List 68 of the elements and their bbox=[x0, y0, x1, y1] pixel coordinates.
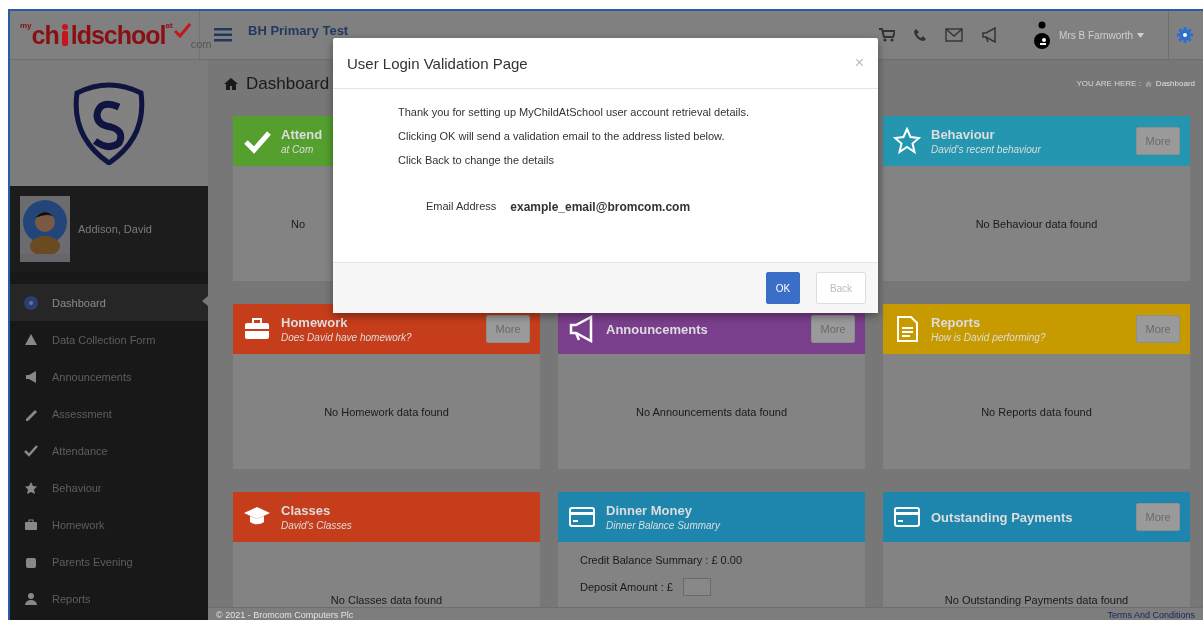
sidebar-item[interactable]: Behaviour bbox=[10, 469, 208, 506]
empty-message: No Classes data found bbox=[330, 593, 443, 606]
card-title: Homework bbox=[281, 315, 348, 330]
card-subtitle: David's recent behaviour bbox=[931, 144, 1041, 155]
card-title: Behaviour bbox=[931, 127, 995, 142]
card-title: Outstanding Payments bbox=[931, 509, 1073, 525]
empty-message: No Outstanding Payments data found bbox=[944, 593, 1129, 606]
home-icon bbox=[1144, 80, 1152, 87]
balance-text: Credit Balance Summary : £ 0.00 bbox=[580, 554, 743, 566]
person-icon bbox=[24, 591, 38, 606]
card-title: Classes bbox=[281, 503, 331, 518]
empty-message: No Homework data found bbox=[324, 405, 449, 418]
check-icon bbox=[24, 443, 38, 458]
card-title: Announcements bbox=[606, 321, 708, 337]
sidebar-item[interactable]: Parents Evening bbox=[10, 543, 208, 580]
sidebar-item[interactable]: Homework bbox=[10, 506, 208, 543]
settings-icon[interactable] bbox=[1177, 27, 1193, 43]
card-subtitle: at Com bbox=[281, 144, 314, 155]
email-label: Email Address bbox=[426, 200, 497, 214]
phone-icon[interactable] bbox=[913, 28, 928, 42]
empty-message: No Reports data found bbox=[981, 405, 1092, 418]
caret-icon bbox=[1137, 32, 1144, 38]
sidebar-item[interactable]: Dashboard bbox=[10, 284, 208, 321]
dialog-text: Clicking OK will send a validation email to the address listed below. bbox=[398, 130, 726, 142]
empty-message: No Behaviour data found bbox=[975, 217, 1098, 230]
card-subtitle: Dinner Balance Summary bbox=[606, 520, 720, 531]
briefcase-icon bbox=[24, 517, 38, 532]
dialog-text: Click Back to change the details bbox=[398, 154, 555, 166]
empty-message: No bbox=[291, 217, 306, 230]
dashboard-icon bbox=[24, 295, 38, 310]
sidebar-item[interactable]: Attendance bbox=[10, 432, 208, 469]
ok-button[interactable]: OK bbox=[766, 272, 800, 304]
empty-message: No Announcements data found bbox=[635, 405, 788, 418]
sidebar-item[interactable]: Reports bbox=[10, 580, 208, 617]
breadcrumb-link[interactable]: Dashboard bbox=[1155, 79, 1195, 88]
sidebar-item[interactable]: Assessment bbox=[10, 395, 208, 432]
terms-link[interactable]: Terms And Conditions bbox=[1107, 610, 1195, 620]
dialog-title: User Login Validation Page bbox=[347, 54, 528, 72]
card-subtitle: David's Classes bbox=[281, 520, 352, 531]
card-title: Attend bbox=[281, 127, 323, 142]
user-menu[interactable]: Mrs B Farnworth bbox=[1059, 29, 1144, 41]
sidebar-item[interactable]: Data Collection Form bbox=[10, 321, 208, 358]
sidebar-item[interactable]: Announcements bbox=[10, 358, 208, 395]
home-icon bbox=[224, 77, 238, 90]
triangle-icon bbox=[24, 332, 38, 347]
star-icon bbox=[893, 127, 921, 155]
card-subtitle: Does David have homework? bbox=[281, 332, 412, 343]
megaphone-icon bbox=[24, 369, 38, 384]
deposit-field[interactable] bbox=[682, 578, 711, 596]
close-button[interactable]: × bbox=[854, 54, 864, 72]
star-icon bbox=[24, 480, 38, 495]
cart-icon[interactable] bbox=[879, 28, 896, 42]
dialog-text: Thank you for setting up MyChildAtSchool user account retrieval details. bbox=[398, 106, 750, 118]
card-title: Dinner Money bbox=[606, 503, 692, 518]
school-name: BH Primary Test bbox=[248, 23, 349, 38]
check-icon bbox=[172, 21, 191, 38]
page-title: Dashboard bbox=[246, 73, 330, 94]
mail-icon[interactable] bbox=[945, 28, 964, 42]
student-name: Addison, David bbox=[78, 223, 152, 235]
card-title: Reports bbox=[931, 315, 981, 330]
copyright-text: © 2021 - Bromcom Computers Plc bbox=[216, 610, 354, 620]
breadcrumb-label: YOU ARE HERE : bbox=[1076, 79, 1141, 88]
menu-icon[interactable] bbox=[214, 28, 232, 42]
card-subtitle: How is David performing? bbox=[931, 332, 1046, 343]
child-figure-icon bbox=[59, 22, 70, 47]
field-label: Deposit Amount : £ bbox=[580, 581, 673, 593]
back-button[interactable]: Back bbox=[816, 272, 866, 304]
email-value: example_email@bromcom.com bbox=[510, 200, 691, 214]
